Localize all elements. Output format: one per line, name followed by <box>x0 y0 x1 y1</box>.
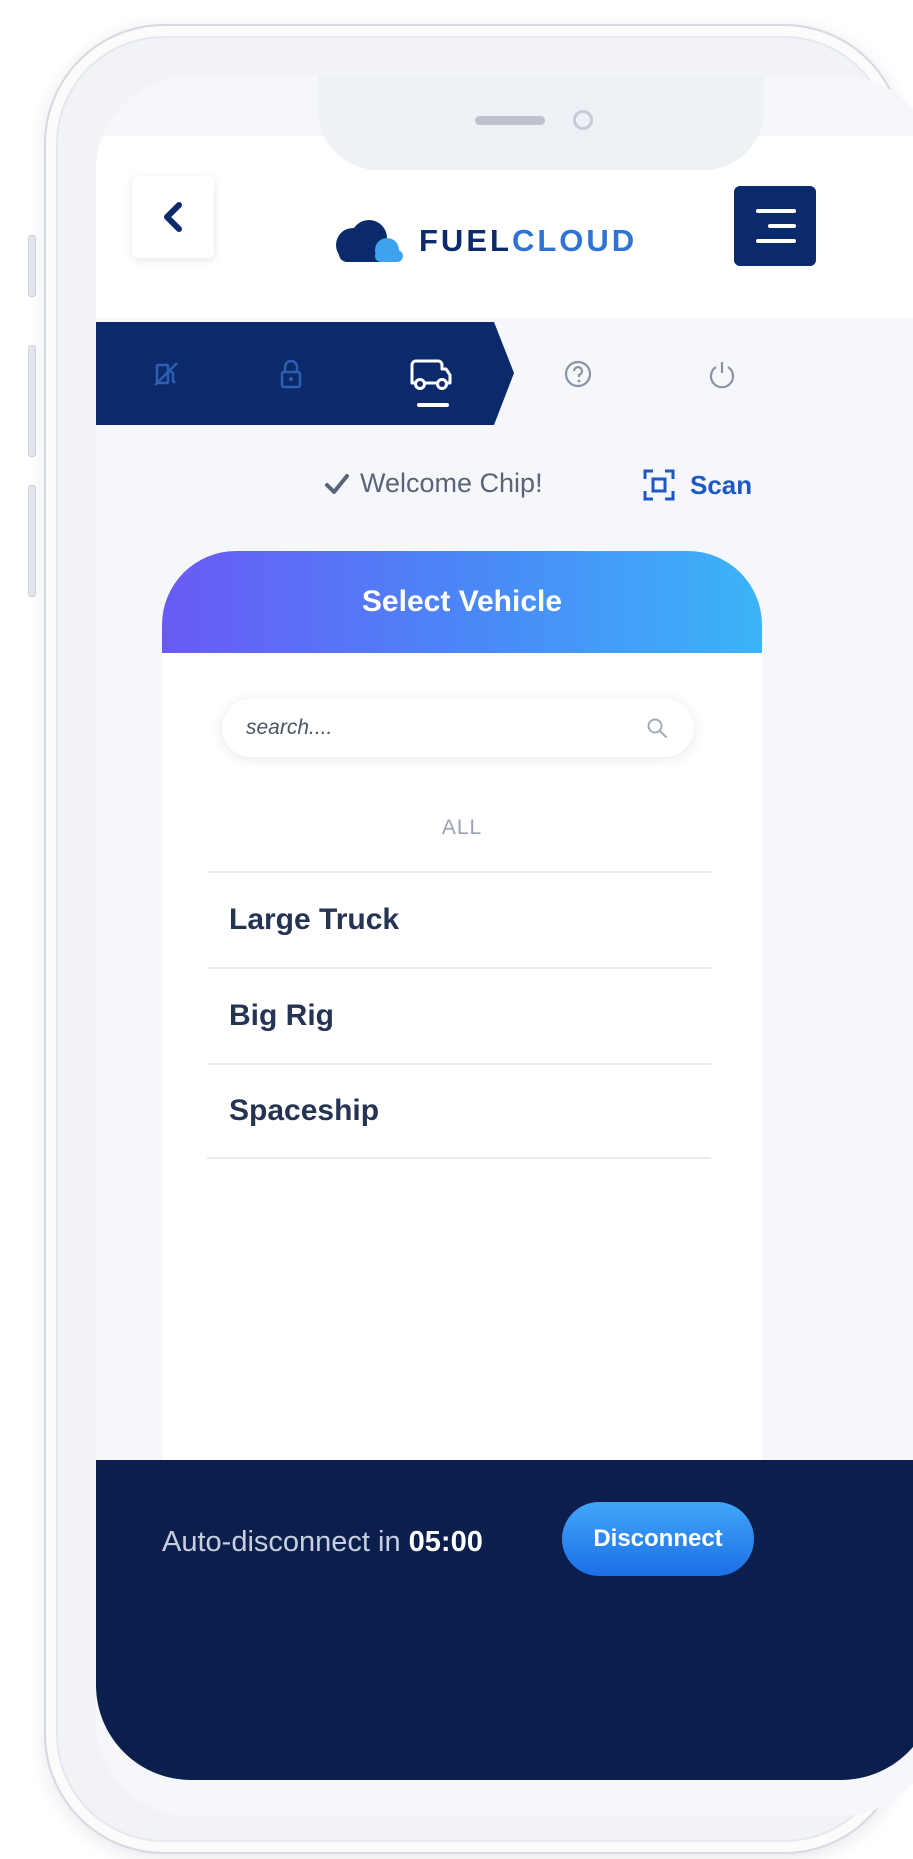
search-icon <box>647 718 667 738</box>
logo-cloud: CLOUD <box>511 223 638 258</box>
truck-icon <box>410 359 452 390</box>
filter-all[interactable]: ALL <box>162 816 762 840</box>
checkmark-icon <box>325 473 349 494</box>
chevron-left-icon <box>164 202 182 232</box>
fuelcloud-logo: FUELCLOUD <box>331 211 637 271</box>
disconnect-button[interactable]: Disconnect <box>562 1502 754 1576</box>
logo-wordmark: FUELCLOUD <box>419 223 637 259</box>
step-tab-bar <box>96 322 913 425</box>
search-input[interactable] <box>246 709 626 747</box>
menu-button[interactable] <box>734 186 816 266</box>
lock-icon <box>280 359 302 388</box>
ring-switch <box>28 235 36 297</box>
select-vehicle-card: Select Vehicle ALL Large Truck Big Rig S… <box>162 551 762 1471</box>
hamburger-menu-icon <box>756 209 796 213</box>
tab-vehicle[interactable] <box>381 322 481 425</box>
countdown-timer: 05:00 <box>408 1526 483 1558</box>
vehicle-list: Large Truck Big Rig Spaceship <box>207 871 711 1159</box>
cloud-logo-icon <box>336 220 403 262</box>
vehicle-item-big-rig[interactable]: Big Rig <box>207 967 711 1063</box>
card-header: Select Vehicle <box>162 551 762 653</box>
tab-fuel[interactable] <box>116 322 216 425</box>
welcome-text: Welcome Chip! <box>360 468 543 498</box>
auto-disconnect-bar: Auto-disconnect in 05:00 Disconnect <box>96 1460 913 1780</box>
phone-notch <box>318 76 764 170</box>
help-icon <box>564 360 592 387</box>
phone-frame: FUELCLOUD Welcome Chip! Scan Select Vehi… <box>44 24 913 1854</box>
front-camera <box>573 110 593 130</box>
logo-fuel: FUEL <box>419 223 512 258</box>
menu-line-3 <box>756 239 796 243</box>
volume-up-button <box>28 345 36 457</box>
speaker <box>475 116 545 125</box>
card-title: Select Vehicle <box>361 585 563 618</box>
app-screen: FUELCLOUD Welcome Chip! Scan Select Vehi… <box>96 76 913 1816</box>
power-icon <box>709 361 735 388</box>
tab-power[interactable] <box>672 322 772 425</box>
tab-help[interactable] <box>528 322 628 425</box>
back-button[interactable] <box>132 176 214 258</box>
search-box <box>222 699 694 757</box>
menu-line-2 <box>768 224 796 228</box>
auto-disconnect-label: Auto-disconnect in <box>162 1526 401 1558</box>
vehicle-item-spaceship[interactable]: Spaceship <box>207 1063 711 1159</box>
auto-disconnect-text: Auto-disconnect in 05:00 <box>162 1526 483 1559</box>
active-tab-indicator <box>417 403 449 407</box>
scan-button[interactable]: Scan <box>642 468 752 502</box>
scan-icon <box>643 469 675 501</box>
welcome-message: Welcome Chip! <box>324 468 543 499</box>
fuel-pump-icon <box>154 361 178 386</box>
scan-label: Scan <box>690 469 753 500</box>
tab-lock[interactable] <box>241 322 341 425</box>
volume-down-button <box>28 485 36 597</box>
vehicle-item-large-truck[interactable]: Large Truck <box>207 871 711 967</box>
